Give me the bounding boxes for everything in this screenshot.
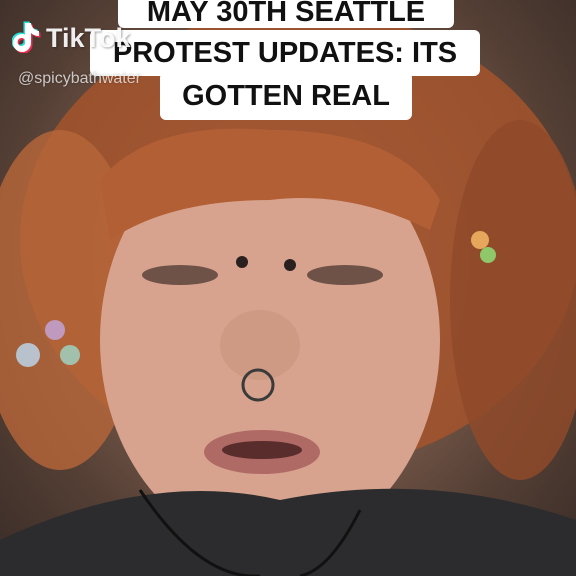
creator-username: @spicybathwater — [18, 70, 141, 87]
caption-line: MAY 30TH SEATTLE — [118, 0, 454, 28]
caption-line: GOTTEN REAL — [160, 72, 412, 120]
tiktok-watermark: TikTok — [11, 18, 131, 58]
caption-line: PROTEST UPDATES: ITS — [90, 30, 480, 76]
tiktok-note-icon — [11, 19, 42, 58]
tiktok-brand-text: TikTok — [46, 22, 131, 53]
